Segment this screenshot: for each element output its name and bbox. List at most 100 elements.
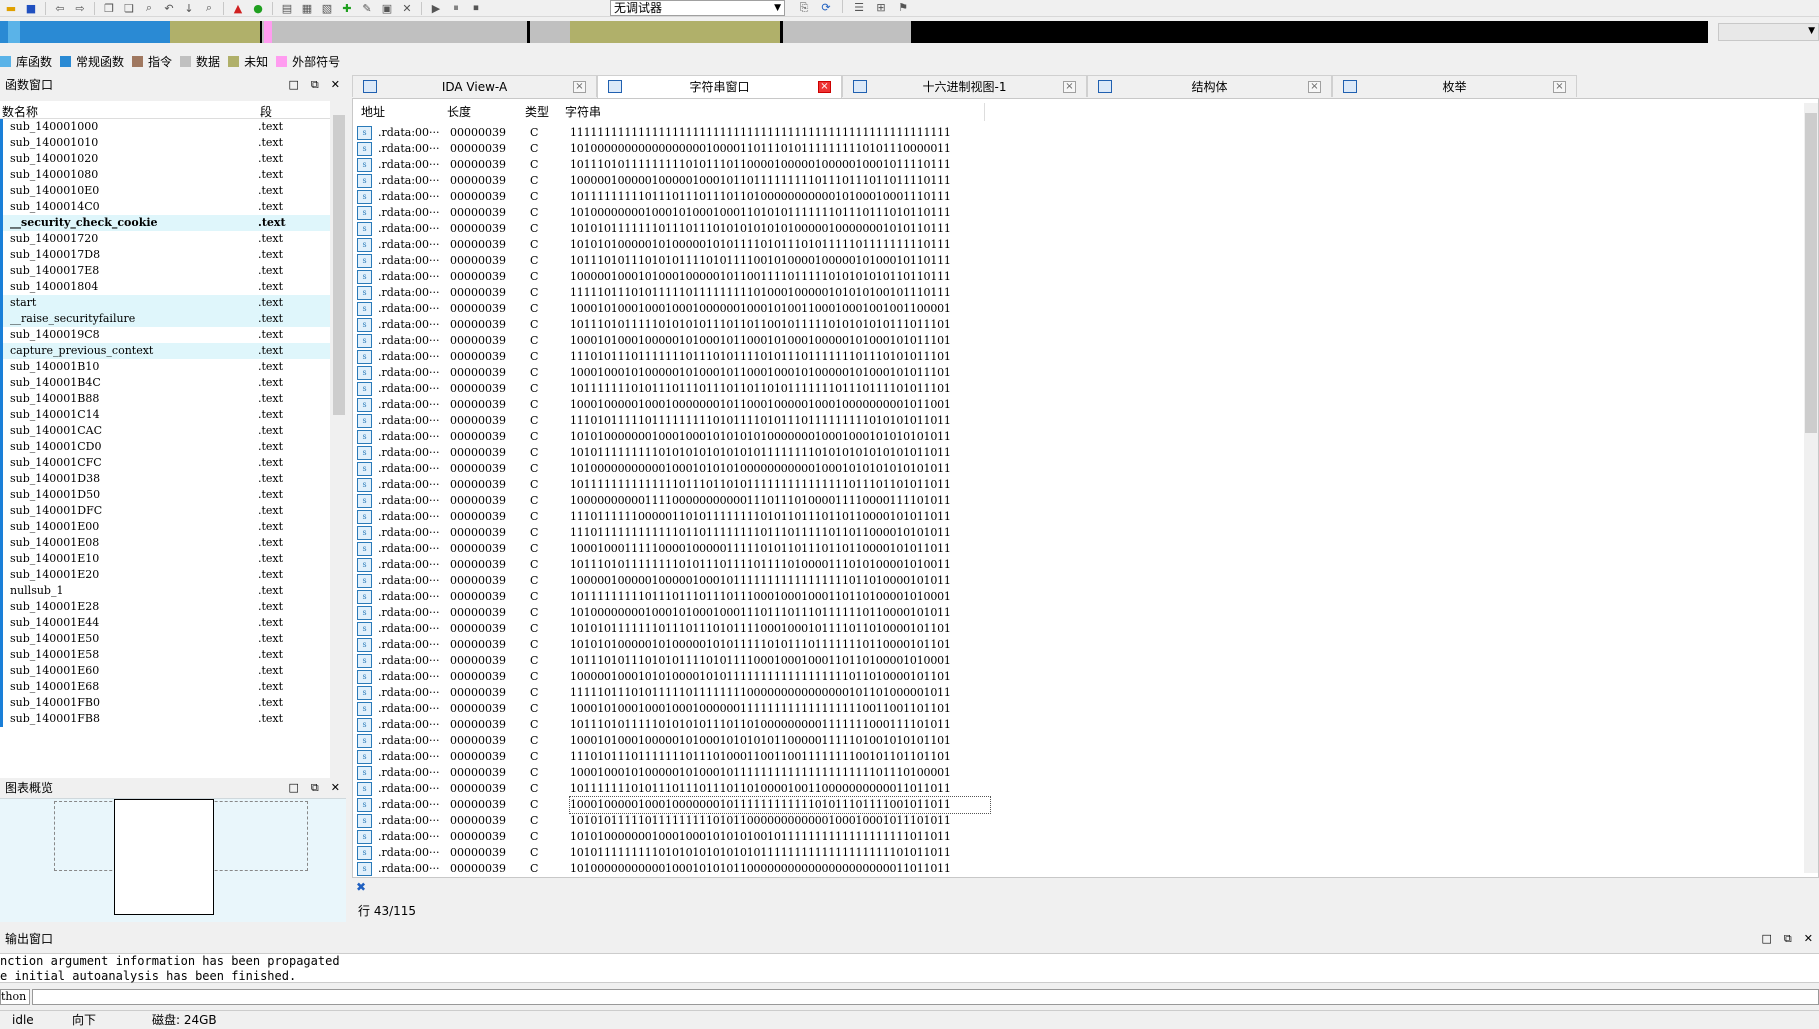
- string-row[interactable]: s .rdata:00··· 00000039 C 101111111110111011…: [357, 589, 1797, 605]
- function-row[interactable]: nullsub_1 .text: [0, 583, 330, 599]
- function-row[interactable]: sub_140001080 .text: [0, 167, 330, 183]
- string-row[interactable]: s .rdata:00··· 00000039 C 111010111110111111…: [357, 413, 1797, 429]
- function-row[interactable]: sub_1400017E8 .text: [0, 263, 330, 279]
- column-header-name[interactable]: 数名称: [2, 103, 38, 120]
- string-row[interactable]: s .rdata:00··· 00000039 C 111110111010111110…: [357, 285, 1797, 301]
- string-row[interactable]: s .rdata:00··· 00000039 C 101000000000001000…: [357, 461, 1797, 477]
- string-row[interactable]: s .rdata:00··· 00000039 C 101010111111101110…: [357, 621, 1797, 637]
- function-row[interactable]: sub_140001E58 .text: [0, 647, 330, 663]
- string-row[interactable]: s .rdata:00··· 00000039 C 100000000001111000…: [357, 493, 1797, 509]
- open-icon[interactable]: ▬: [2, 1, 20, 16]
- tab-close-icon[interactable]: ×: [818, 81, 831, 93]
- strings-scrollbar[interactable]: [1804, 103, 1818, 873]
- binary-search-icon[interactable]: ⌕: [140, 1, 158, 16]
- code-icon[interactable]: ▤: [278, 1, 296, 16]
- string-row[interactable]: s .rdata:00··· 00000039 C 111011111100000110…: [357, 509, 1797, 525]
- string-row[interactable]: s .rdata:00··· 00000039 C 100000100010100010…: [357, 269, 1797, 285]
- string-row[interactable]: s .rdata:00··· 00000039 C 111110111010111110…: [357, 685, 1797, 701]
- function-row[interactable]: sub_1400014C0 .text: [0, 199, 330, 215]
- attach-icon[interactable]: ⎘: [795, 0, 813, 15]
- string-row[interactable]: s .rdata:00··· 00000039 C 101000000001000101…: [357, 205, 1797, 221]
- clear-filter-icon[interactable]: ✖: [356, 880, 366, 894]
- function-row[interactable]: sub_140001010 .text: [0, 135, 330, 151]
- search-icon[interactable]: ⌕: [200, 1, 218, 16]
- function-row[interactable]: sub_1400010E0 .text: [0, 183, 330, 199]
- function-row[interactable]: sub_140001E50 .text: [0, 631, 330, 647]
- string-row[interactable]: s .rdata:00··· 00000039 C 101111111010111011…: [357, 381, 1797, 397]
- column-header-length[interactable]: 长度: [447, 103, 525, 121]
- string-row[interactable]: s .rdata:00··· 00000039 C 100010100010001000…: [357, 301, 1797, 317]
- function-row[interactable]: sub_140001CAC .text: [0, 423, 330, 439]
- string-row[interactable]: s .rdata:00··· 00000039 C 101010100000101000…: [357, 637, 1797, 653]
- string-icon[interactable]: ▧: [318, 1, 336, 16]
- string-row[interactable]: s .rdata:00··· 00000039 C 100010100010001000…: [357, 701, 1797, 717]
- tree-icon[interactable]: ⊞: [872, 0, 890, 15]
- refresh-icon[interactable]: ⟳: [817, 0, 835, 15]
- tab[interactable]: 字符串窗口 ×: [597, 75, 842, 98]
- function-row[interactable]: __security_check_cookie .text: [0, 215, 330, 231]
- string-row[interactable]: s .rdata:00··· 00000039 C 101011111111101010…: [357, 845, 1797, 861]
- function-row[interactable]: sub_140001D50 .text: [0, 487, 330, 503]
- pause-icon[interactable]: ⏸: [447, 1, 465, 16]
- function-row[interactable]: sub_140001CD0 .text: [0, 439, 330, 455]
- jump-icon[interactable]: ↶: [160, 1, 178, 16]
- function-row[interactable]: sub_140001E60 .text: [0, 663, 330, 679]
- string-row[interactable]: s .rdata:00··· 00000039 C 101110101111101010…: [357, 717, 1797, 733]
- paste-icon[interactable]: ❏: [120, 1, 138, 16]
- function-row[interactable]: sub_140001E28 .text: [0, 599, 330, 615]
- function-row[interactable]: sub_140001B88 .text: [0, 391, 330, 407]
- string-row[interactable]: s .rdata:00··· 00000039 C 100010100010000010…: [357, 733, 1797, 749]
- column-header-string[interactable]: 字符串: [565, 103, 985, 121]
- float-icon[interactable]: ⧉: [311, 75, 319, 95]
- functions-scrollbar[interactable]: [332, 101, 346, 807]
- function-row[interactable]: start .text: [0, 295, 330, 311]
- string-row[interactable]: s .rdata:00··· 00000039 C 100000100000100000…: [357, 573, 1797, 589]
- language-button[interactable]: thon: [0, 989, 30, 1005]
- function-row[interactable]: sub_140001B4C .text: [0, 375, 330, 391]
- tab-close-icon[interactable]: ×: [1553, 81, 1566, 93]
- maximize-icon[interactable]: □: [289, 75, 299, 95]
- function-row[interactable]: sub_140001C14 .text: [0, 407, 330, 423]
- image-icon[interactable]: ▣: [378, 1, 396, 16]
- close-icon[interactable]: ✕: [331, 778, 340, 798]
- string-row[interactable]: s .rdata:00··· 00000039 C 100010100010000010…: [357, 333, 1797, 349]
- string-row[interactable]: s .rdata:00··· 00000039 C 100000100000100000…: [357, 173, 1797, 189]
- function-row[interactable]: sub_1400017D8 .text: [0, 247, 330, 263]
- close-icon[interactable]: ✕: [398, 1, 416, 16]
- list-icon[interactable]: ☰: [850, 0, 868, 15]
- tab-close-icon[interactable]: ×: [1308, 81, 1321, 93]
- float-icon[interactable]: ⧉: [311, 778, 319, 798]
- string-row[interactable]: s .rdata:00··· 00000039 C 101110101110101011…: [357, 653, 1797, 669]
- tab-close-icon[interactable]: ×: [573, 81, 586, 93]
- string-row[interactable]: s .rdata:00··· 00000039 C 101000000000001000…: [357, 861, 1797, 877]
- column-header-segment[interactable]: 段: [260, 103, 272, 120]
- function-row[interactable]: sub_140001E44 .text: [0, 615, 330, 631]
- maximize-icon[interactable]: □: [1762, 929, 1772, 949]
- string-row[interactable]: s .rdata:00··· 00000039 C 111111111111111111…: [357, 125, 1797, 141]
- string-row[interactable]: s .rdata:00··· 00000039 C 101110101111101010…: [357, 317, 1797, 333]
- tab[interactable]: IDA View-A ×: [352, 75, 597, 97]
- function-row[interactable]: sub_140001FB0 .text: [0, 695, 330, 711]
- save-icon[interactable]: ■: [22, 1, 40, 16]
- string-row[interactable]: s .rdata:00··· 00000039 C 101110101110101011…: [357, 253, 1797, 269]
- plugin-icon[interactable]: ✚: [338, 1, 356, 16]
- string-row[interactable]: s .rdata:00··· 00000039 C 100010000010001000…: [357, 796, 1797, 814]
- back-icon[interactable]: ⇦: [51, 1, 69, 16]
- string-row[interactable]: s .rdata:00··· 00000039 C 100010001010000010…: [357, 365, 1797, 381]
- patch-icon[interactable]: ✎: [358, 1, 376, 16]
- tab[interactable]: 十六进制视图-1 ×: [842, 75, 1087, 97]
- string-row[interactable]: s .rdata:00··· 00000039 C 101010111111101110…: [357, 221, 1797, 237]
- string-row[interactable]: s .rdata:00··· 00000039 C 111011111111111101…: [357, 525, 1797, 541]
- down-arrow-icon[interactable]: ↓: [180, 1, 198, 16]
- scrollbar-thumb[interactable]: [1805, 113, 1817, 433]
- run-green-icon[interactable]: ●: [249, 1, 267, 16]
- function-row[interactable]: sub_140001020 .text: [0, 151, 330, 167]
- function-row[interactable]: sub_1400019C8 .text: [0, 327, 330, 343]
- string-row[interactable]: s .rdata:00··· 00000039 C 101010000000100010…: [357, 429, 1797, 445]
- string-row[interactable]: s .rdata:00··· 00000039 C 101010111110111111…: [357, 813, 1797, 829]
- warning-icon[interactable]: ▲: [229, 1, 247, 16]
- function-row[interactable]: sub_140001DFC .text: [0, 503, 330, 519]
- function-row[interactable]: sub_140001E68 .text: [0, 679, 330, 695]
- string-row[interactable]: s .rdata:00··· 00000039 C 101000000000000000…: [357, 141, 1797, 157]
- function-row[interactable]: sub_140001E10 .text: [0, 551, 330, 567]
